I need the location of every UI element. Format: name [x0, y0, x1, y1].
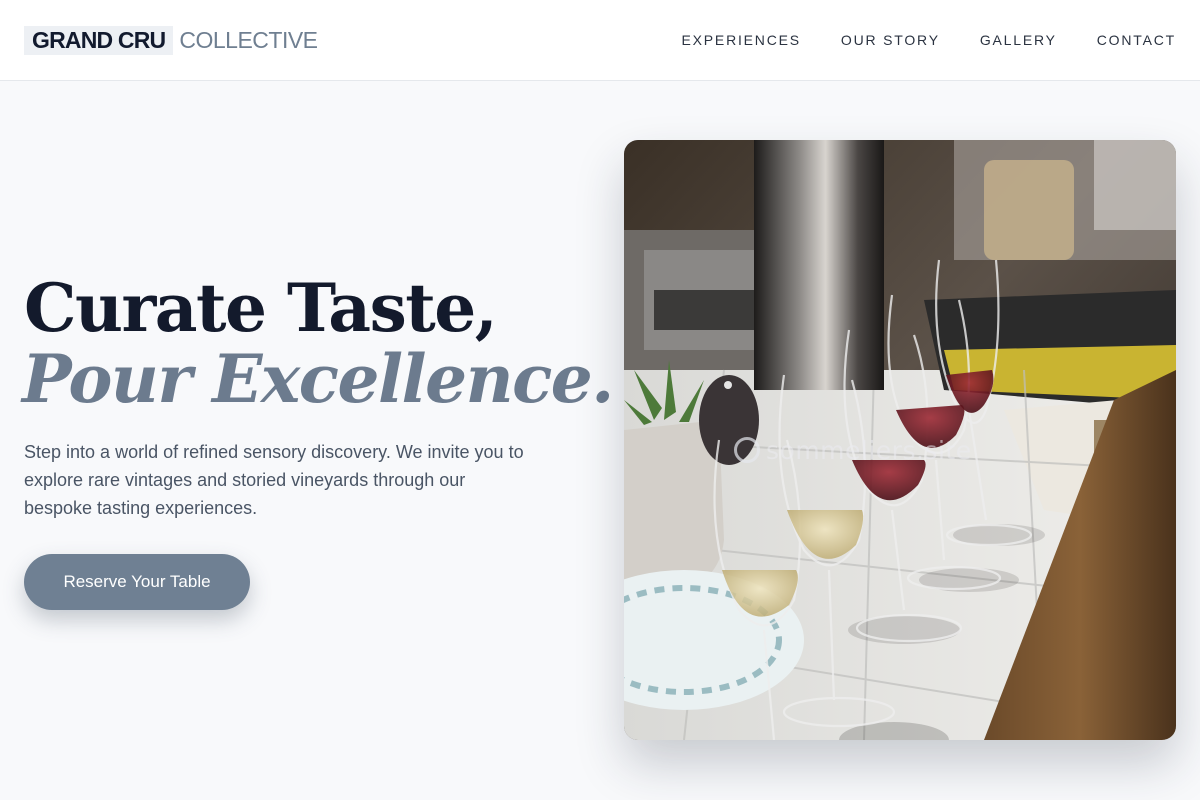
brand-name-primary: GRAND CRU — [24, 25, 174, 55]
reserve-table-button[interactable]: Reserve Your Table — [24, 554, 250, 610]
watermark-text: sommeliers.site — [766, 435, 972, 465]
nav-link-contact[interactable]: CONTACT — [1097, 31, 1176, 49]
nav-link-experiences[interactable]: EXPERIENCES — [682, 31, 801, 49]
brand-name-secondary: COLLECTIVE — [179, 26, 318, 53]
hero-image: sommeliers.site — [624, 140, 1176, 740]
headline-line-1: Curate Taste, — [24, 269, 498, 347]
headline-line-2: Pour Excellence. — [22, 340, 614, 418]
main-nav: EXPERIENCES OUR STORY GALLERY CONTACT — [682, 31, 1176, 49]
image-watermark: sommeliers.site — [734, 430, 1034, 470]
nav-link-our-story[interactable]: OUR STORY — [841, 31, 940, 49]
hero-description: Step into a world of refined sensory dis… — [24, 442, 524, 518]
brand-logo[interactable]: GRAND CRU COLLECTIVE — [24, 25, 318, 55]
watermark-logo-icon — [734, 437, 760, 463]
hero-headline: Curate Taste, Pour Excellence. — [22, 268, 614, 418]
hero-copy: Curate Taste, Pour Excellence. Step into… — [22, 268, 614, 522]
nav-link-gallery[interactable]: GALLERY — [980, 31, 1057, 49]
site-header: GRAND CRU COLLECTIVE EXPERIENCES OUR STO… — [0, 0, 1200, 81]
